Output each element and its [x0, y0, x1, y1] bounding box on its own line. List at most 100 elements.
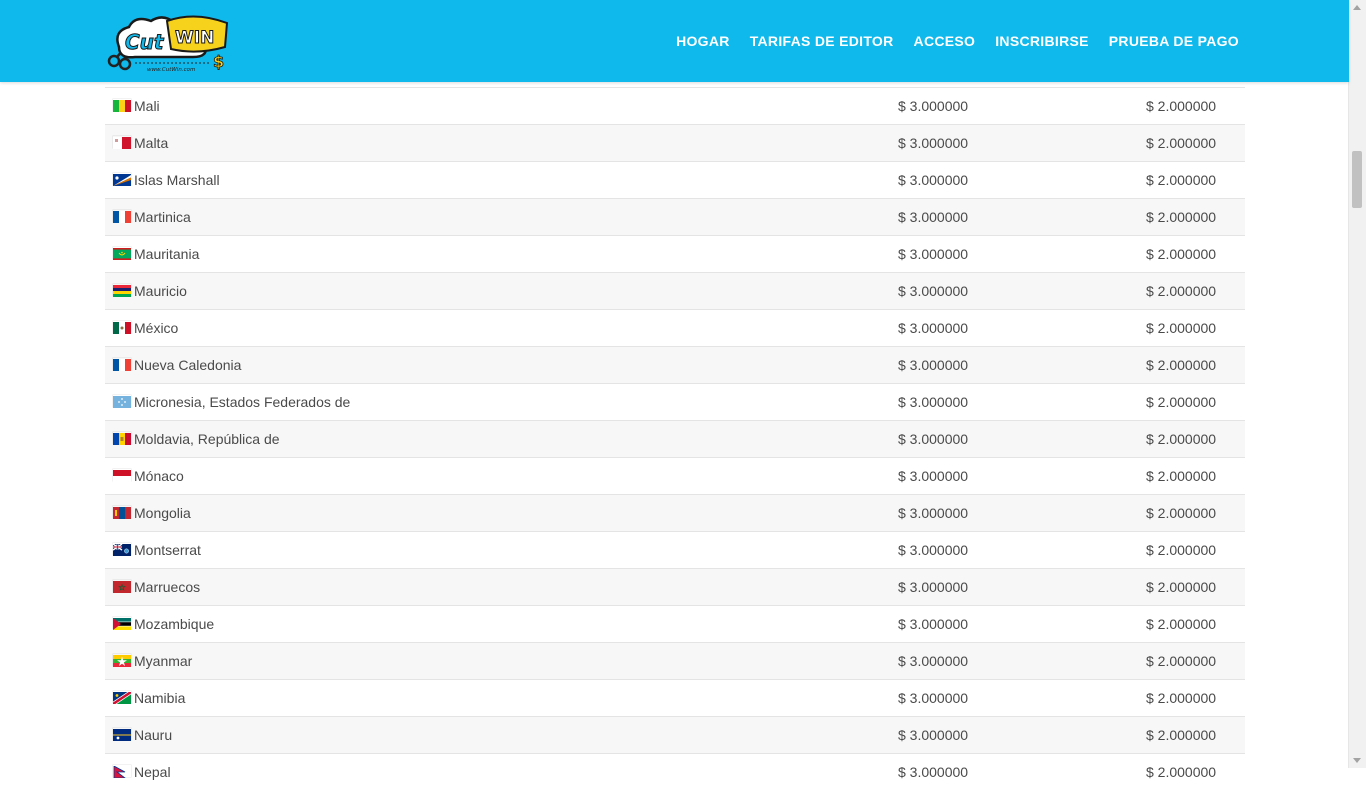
- svg-text:WIN: WIN: [175, 28, 214, 48]
- rate-cell-primary: $ 3.000000: [898, 568, 1146, 606]
- nav-payment-proof[interactable]: PRUEBA DE PAGO: [1099, 33, 1249, 49]
- table-row: Mónaco $ 3.000000 $ 2.000000: [105, 457, 1245, 495]
- mexico-flag-icon: [113, 321, 131, 334]
- table-row: Nepal $ 3.000000 $ 2.000000: [105, 753, 1245, 791]
- country-name: Mongolia: [134, 505, 191, 521]
- country-name: Malta: [134, 135, 169, 151]
- cutwin-logo[interactable]: Cut WIN $ www.CutWin.com: [105, 11, 235, 73]
- country-name: Moldavia, República de: [134, 431, 280, 447]
- rate-cell-secondary: $ 2.000000: [1146, 457, 1245, 495]
- rate-cell-secondary: $ 2.000000: [1146, 161, 1245, 199]
- country-name: Mauritania: [134, 246, 200, 262]
- country-cell: Mauricio: [105, 272, 898, 310]
- country-name: Namibia: [134, 690, 186, 706]
- country-cell: Islas Marshall: [105, 161, 898, 199]
- country-cell: Montserrat: [105, 531, 898, 569]
- country-name: Micronesia, Estados Federados de: [134, 394, 351, 410]
- table-row: México $ 3.000000 $ 2.000000: [105, 309, 1245, 347]
- scroll-up-arrow-icon[interactable]: [1353, 5, 1361, 10]
- country-name: Nauru: [134, 727, 173, 743]
- country-name: México: [134, 320, 179, 336]
- nav-publisher-rates[interactable]: TARIFAS DE EDITOR: [740, 33, 904, 49]
- moldova-flag-icon: [113, 432, 131, 445]
- rate-cell-secondary: $ 2.000000: [1146, 420, 1245, 458]
- rate-cell-secondary: $ 2.000000: [1146, 124, 1245, 162]
- rate-cell-primary: $ 3.000000: [898, 87, 1146, 125]
- rate-cell-primary: $ 3.000000: [898, 383, 1146, 421]
- country-name: Myanmar: [134, 653, 193, 669]
- rate-cell-primary: $ 3.000000: [898, 161, 1146, 199]
- table-row: Montserrat $ 3.000000 $ 2.000000: [105, 531, 1245, 569]
- mali-flag-icon: [113, 99, 131, 112]
- rate-cell-primary: $ 3.000000: [898, 679, 1146, 717]
- mauritania-flag-icon: [113, 247, 131, 260]
- rate-cell-secondary: $ 2.000000: [1146, 494, 1245, 532]
- table-row: Martinica $ 3.000000 $ 2.000000: [105, 198, 1245, 236]
- scrollbar-thumb[interactable]: [1352, 151, 1362, 208]
- table-row: Nauru $ 3.000000 $ 2.000000: [105, 716, 1245, 754]
- country-name: Islas Marshall: [134, 172, 220, 188]
- rate-cell-secondary: $ 2.000000: [1146, 235, 1245, 273]
- rate-cell-secondary: $ 2.000000: [1146, 679, 1245, 717]
- country-cell: Nauru: [105, 716, 898, 754]
- table-row: Mauricio $ 3.000000 $ 2.000000: [105, 272, 1245, 310]
- rate-cell-secondary: $ 2.000000: [1146, 272, 1245, 310]
- marshall-islands-flag-icon: [113, 173, 131, 186]
- nav-login[interactable]: ACCESO: [904, 33, 986, 49]
- rate-cell-secondary: $ 2.000000: [1146, 716, 1245, 754]
- table-row: Namibia $ 3.000000 $ 2.000000: [105, 679, 1245, 717]
- rate-cell-primary: $ 3.000000: [898, 309, 1146, 347]
- table-row: Mauritania $ 3.000000 $ 2.000000: [105, 235, 1245, 273]
- namibia-flag-icon: [111, 690, 133, 706]
- rate-cell-secondary: $ 2.000000: [1146, 309, 1245, 347]
- country-cell: Nueva Caledonia: [105, 346, 898, 384]
- country-cell: Mozambique: [105, 605, 898, 643]
- new-caledonia-flag-icon: [113, 358, 131, 371]
- rate-cell-primary: $ 3.000000: [898, 531, 1146, 569]
- country-name: Nepal: [134, 764, 171, 781]
- rate-cell-secondary: $ 2.000000: [1146, 198, 1245, 236]
- nav-signup[interactable]: INSCRIBIRSE: [985, 33, 1099, 49]
- country-cell: Mongolia: [105, 494, 898, 532]
- rate-cell-primary: $ 3.000000: [898, 420, 1146, 458]
- martinique-flag-icon: [113, 210, 131, 223]
- rate-cell-primary: $ 3.000000: [898, 605, 1146, 643]
- rate-cell-secondary: $ 2.000000: [1146, 568, 1245, 606]
- country-name: Nueva Caledonia: [134, 357, 242, 373]
- logo-url-text: www.CutWin.com: [147, 67, 195, 73]
- page-scrollbar[interactable]: [1348, 0, 1366, 768]
- table-row: Mali $ 3.000000 $ 2.000000: [105, 87, 1245, 125]
- table-row: Marruecos $ 3.000000 $ 2.000000: [105, 568, 1245, 606]
- malta-flag-icon: [113, 136, 131, 149]
- nav-home[interactable]: HOGAR: [666, 33, 740, 49]
- country-cell: Myanmar: [105, 642, 898, 680]
- monaco-flag-icon: [113, 469, 131, 482]
- table-row: Micronesia, Estados Federados de $ 3.0000…: [105, 383, 1245, 421]
- myanmar-flag-icon: [113, 654, 131, 667]
- rate-cell-primary: $ 3.000000: [898, 642, 1146, 680]
- rate-cell-primary: $ 3.000000: [898, 346, 1146, 384]
- country-name: Mali: [134, 98, 160, 114]
- rate-cell-secondary: $ 2.000000: [1146, 642, 1245, 680]
- country-cell: Namibia: [105, 679, 898, 717]
- table-row: Nueva Caledonia $ 3.000000 $ 2.000000: [105, 346, 1245, 384]
- rate-cell-primary: $ 3.000000: [898, 198, 1146, 236]
- country-cell: Nepal: [105, 753, 898, 791]
- rate-cell-secondary: $ 2.000000: [1146, 87, 1245, 125]
- table-row: Mozambique $ 3.000000 $ 2.000000: [105, 605, 1245, 643]
- table-row: Islas Marshall $ 3.000000 $ 2.000000: [105, 161, 1245, 199]
- rate-cell-primary: $ 3.000000: [898, 753, 1146, 791]
- rate-cell-primary: $ 3.000000: [898, 272, 1146, 310]
- country-cell: Martinica: [105, 198, 898, 236]
- rates-table: Mali $ 3.000000 $ 2.000000 Malta $ 3.000000 $…: [105, 87, 1245, 791]
- country-cell: Micronesia, Estados Federados de: [105, 383, 898, 421]
- country-cell: Mónaco: [105, 457, 898, 495]
- country-name: Montserrat: [134, 542, 201, 558]
- svg-text:$: $: [213, 52, 224, 71]
- table-row: Mongolia $ 3.000000 $ 2.000000: [105, 494, 1245, 532]
- country-cell: Moldavia, República de: [105, 420, 898, 458]
- scroll-down-arrow-icon[interactable]: [1353, 758, 1361, 763]
- micronesia-flag-icon: [113, 395, 131, 408]
- main-nav: HOGAR TARIFAS DE EDITOR ACCESO INSCRIBIR…: [666, 0, 1249, 82]
- table-row: Malta $ 3.000000 $ 2.000000: [105, 124, 1245, 162]
